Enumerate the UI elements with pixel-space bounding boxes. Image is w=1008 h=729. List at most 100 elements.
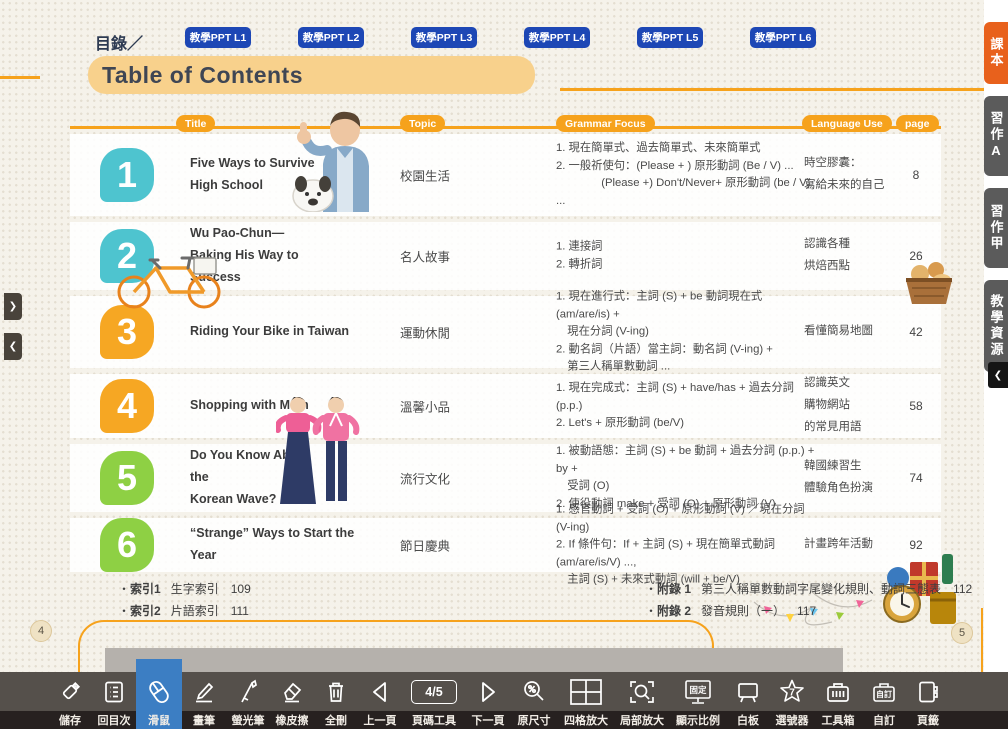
unit-topic: 節日慶典 xyxy=(400,536,490,555)
mouse-tool-button[interactable]: 滑鼠 xyxy=(136,659,182,729)
page-indicator-tool[interactable]: 4/5 頁碼工具 xyxy=(402,672,466,729)
usb-drive-icon xyxy=(57,672,83,711)
eraser-tool-button[interactable]: 橡皮擦 xyxy=(270,672,314,729)
page-number-box: 4/5 xyxy=(411,672,457,711)
page-back-arrow[interactable]: ❮ xyxy=(4,333,22,360)
page-title-en: Table of Contents xyxy=(102,62,303,89)
tab-workbook-jia[interactable]: 習作甲 xyxy=(984,188,1008,268)
appendix-page: 117 xyxy=(797,604,816,618)
toc-row-unit4: 4 Shopping with Mom 溫馨小品 1. 現在完成式：主詞 (S)… xyxy=(70,374,941,438)
unit-number-badge: 4 xyxy=(100,379,154,433)
unit-topic: 名人故事 xyxy=(400,247,490,266)
man-with-dog-photo xyxy=(283,100,395,212)
unit-language-use: 看懂簡易地圖 xyxy=(804,321,904,343)
bullet: ・ xyxy=(645,604,657,618)
appendix-name: 第三人稱單數動詞字尾變化規則、動詞三態表 xyxy=(701,582,941,596)
triangle-right-icon xyxy=(475,672,501,711)
column-header-title: Title xyxy=(176,115,215,132)
partial-zoom-button[interactable]: 局部放大 xyxy=(614,672,670,729)
unit-grammar-focus: 1. 現在簡單式、過去簡單式、未來簡單式 2. 一般祈使句：(Please + … xyxy=(556,140,818,210)
accent-line-right xyxy=(560,88,984,91)
unit-language-use: 韓國練習生 體驗角色扮演 xyxy=(804,456,904,500)
accent-line-left xyxy=(0,76,40,79)
index-name: 片語索引 xyxy=(171,604,219,618)
unit-page-number: 74 xyxy=(892,471,940,485)
notebook-icon xyxy=(915,672,941,711)
mouse-icon xyxy=(145,672,173,711)
list-doc-icon xyxy=(101,672,127,711)
svg-text:7: 7 xyxy=(789,687,795,698)
table-of-contents-banner: Table of Contents xyxy=(88,56,535,94)
unit-language-use: 認識各種 烘焙西點 xyxy=(804,234,904,278)
page-tabs-button[interactable]: 頁籤 xyxy=(906,672,950,729)
ebook-viewer: 目錄／ Table of Contents 教學PPT L1 教學PPT L2 … xyxy=(0,0,1008,729)
original-size-button[interactable]: 原尺寸 xyxy=(510,672,558,729)
toolbox-button[interactable]: 工具箱 xyxy=(814,672,862,729)
index-label: 索引1 xyxy=(130,582,161,596)
display-scale-button[interactable]: 固定 顯示比例 xyxy=(670,672,726,729)
index-name: 生字索引 xyxy=(171,582,219,596)
trash-icon xyxy=(323,672,349,711)
ppt-button-l3[interactable]: 教學PPT L3 xyxy=(411,27,477,48)
page-forward-arrow[interactable]: ❯ xyxy=(4,293,22,320)
unit-language-use: 時空膠囊： 寫給未來的自己 xyxy=(804,153,904,197)
ppt-button-l2[interactable]: 教學PPT L2 xyxy=(298,27,364,48)
ppt-button-l6[interactable]: 教學PPT L6 xyxy=(750,27,816,48)
unit-topic: 運動休閒 xyxy=(400,323,490,342)
number-picker-button[interactable]: 7 選號器 xyxy=(770,672,814,729)
unit-number-badge: 6 xyxy=(100,518,154,572)
prev-page-button[interactable]: 上一頁 xyxy=(358,672,402,729)
custom-button[interactable]: 自訂 自訂 xyxy=(862,672,906,729)
unit-number-badge: 5 xyxy=(100,451,154,505)
column-header-language-use: Language Use xyxy=(802,115,892,132)
quad-zoom-button[interactable]: 四格放大 xyxy=(558,672,614,729)
back-to-toc-button[interactable]: 回目次 xyxy=(92,672,136,729)
pen-tool-button[interactable]: 畫筆 xyxy=(182,672,226,729)
bullet: ・ xyxy=(645,582,657,596)
hanbok-couple-illustration xyxy=(276,392,360,512)
unit-page-number: 92 xyxy=(892,538,940,552)
tab-textbook[interactable]: 課本 xyxy=(984,22,1008,84)
whiteboard-icon xyxy=(735,672,761,711)
toolbar: 儲存 回目次 滑鼠 xyxy=(0,672,1008,729)
appendix-page: 112 xyxy=(953,582,972,596)
ppt-button-l1[interactable]: 教學PPT L1 xyxy=(185,27,251,48)
unit-grammar-focus: 1. 現在完成式：主詞 (S) + have/has + 過去分詞 (p.p.)… xyxy=(556,380,818,433)
delete-all-button[interactable]: 全刪 xyxy=(314,672,358,729)
appendix-label: 附錄 1 xyxy=(657,582,691,596)
next-page-button[interactable]: 下一頁 xyxy=(466,672,510,729)
toc-row-unit1: 1 Five Ways to Survive High School 校園生活 … xyxy=(70,134,941,216)
unit-number-badge: 3 xyxy=(100,305,154,359)
svg-text:自訂: 自訂 xyxy=(876,689,892,699)
unit-language-use: 認識英文 購物網站 的常見用語 xyxy=(804,373,904,439)
unit-page-number: 42 xyxy=(892,325,940,339)
index-page: 111 xyxy=(231,604,249,618)
unit-title: Riding Your Bike in Taiwan xyxy=(190,321,360,343)
index-page: 109 xyxy=(231,582,251,596)
highlighter-pen-icon xyxy=(235,672,261,711)
highlighter-tool-button[interactable]: 螢光筆 xyxy=(226,672,270,729)
appendix-name: 發音規則（一） xyxy=(701,604,785,618)
toolbox-icon xyxy=(824,672,852,711)
unit-topic: 溫馨小品 xyxy=(400,397,490,416)
index-entry-1: ・索引1生字索引109 xyxy=(118,580,251,597)
bottom-gray-bar xyxy=(105,648,843,672)
tab-teaching-resources[interactable]: 教學資源 xyxy=(984,280,1008,372)
tab-workbook-a[interactable]: 習作A xyxy=(984,96,1008,176)
grid-four-icon xyxy=(569,672,603,711)
triangle-left-icon xyxy=(367,672,393,711)
ppt-button-l5[interactable]: 教學PPT L5 xyxy=(637,27,703,48)
index-label: 索引2 xyxy=(130,604,161,618)
unit-page-number: 8 xyxy=(892,168,940,182)
page-title-zh: 目錄／ xyxy=(95,30,143,54)
page-indicator-value: 4/5 xyxy=(411,680,457,704)
page-right-border-decoration xyxy=(981,608,983,672)
pencil-icon xyxy=(191,672,217,711)
tabs-collapse-button[interactable]: ❮ xyxy=(988,362,1008,388)
ppt-button-l4[interactable]: 教學PPT L4 xyxy=(524,27,590,48)
star-seven-icon: 7 xyxy=(778,672,806,711)
unit-grammar-focus: 1. 連接詞 2. 轉折詞 xyxy=(556,239,818,274)
bullet: ・ xyxy=(118,604,130,618)
whiteboard-button[interactable]: 白板 xyxy=(726,672,770,729)
save-button[interactable]: 儲存 xyxy=(48,672,92,729)
